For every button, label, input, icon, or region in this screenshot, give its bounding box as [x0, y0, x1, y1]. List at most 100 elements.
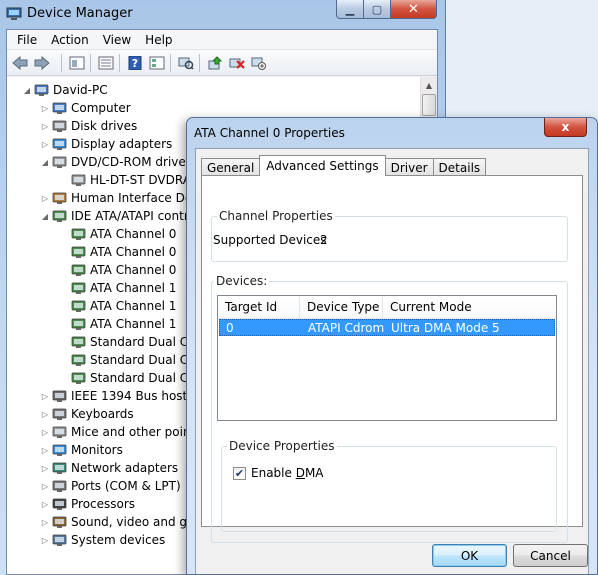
- close-icon: x: [561, 120, 570, 134]
- devices-list[interactable]: Target Id Device Type Current Mode 0 ATA…: [217, 295, 557, 421]
- cancel-button[interactable]: Cancel: [513, 544, 588, 567]
- tree-item[interactable]: Standard Dual Cha: [59, 351, 203, 369]
- keyboard-icon: [52, 407, 68, 421]
- tree-item[interactable]: ▷ Mice and other pointin: [40, 423, 206, 441]
- collapsed-arrow-icon[interactable]: ▷: [40, 140, 50, 149]
- collapsed-arrow-icon[interactable]: ▷: [40, 392, 50, 401]
- tree-item[interactable]: ▷ Sound, video and gam: [40, 513, 206, 531]
- tree-item[interactable]: ▷ Network adapters: [40, 459, 178, 477]
- tree-item[interactable]: ▷ Processors: [40, 495, 135, 513]
- tree-item[interactable]: ATA Channel 1: [59, 315, 176, 333]
- network-icon: [52, 461, 68, 475]
- menu-file[interactable]: File: [10, 32, 44, 48]
- scroll-thumb[interactable]: [422, 94, 436, 116]
- cell-current-mode: Ultra DMA Mode 5: [391, 321, 500, 335]
- disable-icon[interactable]: [248, 53, 270, 73]
- tab-strip: General Advanced Settings Driver Details: [201, 155, 487, 176]
- controller-icon: [71, 227, 87, 241]
- tree-item[interactable]: ATA Channel 0: [59, 243, 176, 261]
- collapsed-arrow-icon[interactable]: ▷: [40, 500, 50, 509]
- devices-label: Devices:: [214, 274, 270, 288]
- collapsed-arrow-icon[interactable]: ▷: [40, 446, 50, 455]
- tree-item[interactable]: ▷ Computer: [40, 99, 131, 117]
- window-title: Device Manager: [27, 6, 133, 21]
- collapsed-arrow-icon[interactable]: ▷: [40, 194, 50, 203]
- collapsed-arrow-icon[interactable]: ▷: [40, 518, 50, 527]
- controller-icon: [71, 245, 87, 259]
- tree-item[interactable]: ▷ Monitors: [40, 441, 123, 459]
- menu-view[interactable]: View: [96, 32, 138, 48]
- device-manager-titlebar[interactable]: Device Manager ▁ ▢ ✕: [0, 0, 445, 28]
- view-icon[interactable]: [146, 53, 168, 73]
- tree-item[interactable]: Standard Dual Cha: [59, 333, 203, 351]
- list-item[interactable]: 0 ATAPI Cdrom Ultra DMA Mode 5: [219, 319, 555, 336]
- device-properties-group: Device Properties ✔ Enable DMA: [221, 439, 557, 532]
- collapsed-arrow-icon[interactable]: ▷: [40, 482, 50, 491]
- menu-help[interactable]: Help: [138, 32, 179, 48]
- computer-icon: [52, 101, 68, 115]
- minimize-button[interactable]: ▁: [336, 0, 364, 19]
- tab-driver[interactable]: Driver: [384, 158, 434, 176]
- tree-item[interactable]: ATA Channel 1: [59, 297, 176, 315]
- show-hide-tree-icon[interactable]: [95, 53, 117, 73]
- expanded-arrow-icon[interactable]: ◢: [22, 86, 32, 95]
- controller-icon: [71, 371, 87, 385]
- close-button[interactable]: ✕: [391, 0, 437, 19]
- menu-bar: File Action View Help: [7, 30, 437, 50]
- enable-dma-label[interactable]: Enable DMA: [251, 466, 324, 480]
- tree-item[interactable]: ▷ Disk drives: [40, 117, 137, 135]
- toolbar-separator: [90, 53, 91, 72]
- ieee1394-icon: [52, 389, 68, 403]
- tree-item-label: ATA Channel 0: [90, 245, 177, 259]
- tree-item[interactable]: ATA Channel 0: [59, 225, 176, 243]
- tree-item-label: Disk drives: [71, 119, 138, 133]
- collapsed-arrow-icon[interactable]: ▷: [40, 536, 50, 545]
- expanded-arrow-icon[interactable]: ◢: [40, 212, 50, 221]
- collapsed-arrow-icon[interactable]: ▷: [40, 104, 50, 113]
- tree-item[interactable]: HL-DT-ST DVDRAM: [59, 171, 201, 189]
- tree-item[interactable]: ▷ System devices: [40, 531, 165, 549]
- tree-item-label: System devices: [71, 533, 166, 547]
- controller-icon: [71, 317, 87, 331]
- enable-dma-checkbox[interactable]: ✔: [233, 467, 246, 480]
- dialog-close-button[interactable]: x: [544, 118, 587, 137]
- expanded-arrow-icon[interactable]: ◢: [40, 158, 50, 167]
- forward-icon[interactable]: [31, 53, 53, 73]
- tab-general[interactable]: General: [201, 158, 261, 176]
- collapsed-arrow-icon[interactable]: ▷: [40, 410, 50, 419]
- tree-item[interactable]: ATA Channel 1: [59, 279, 176, 297]
- tree-item[interactable]: ▷ Ports (COM & LPT): [40, 477, 181, 495]
- update-driver-icon[interactable]: [204, 53, 226, 73]
- scan-hardware-icon[interactable]: [175, 53, 197, 73]
- collapsed-arrow-icon[interactable]: ▷: [40, 122, 50, 131]
- tree-item[interactable]: ◢ DVD/CD-ROM drives: [40, 153, 192, 171]
- menu-action[interactable]: Action: [44, 32, 96, 48]
- maximize-button[interactable]: ▢: [364, 0, 391, 19]
- tree-item-label: HL-DT-ST DVDRAM: [90, 173, 202, 187]
- tree-item-label: DVD/CD-ROM drives: [71, 155, 193, 169]
- tree-item[interactable]: Standard Dual Cha: [59, 369, 203, 387]
- tab-details[interactable]: Details: [432, 158, 487, 176]
- properties-pane-icon[interactable]: [66, 53, 88, 73]
- column-current-mode[interactable]: Current Mode: [383, 296, 548, 319]
- properties-dialog: ATA Channel 0 Properties x General Advan…: [186, 117, 598, 575]
- collapsed-arrow-icon[interactable]: ▷: [40, 428, 50, 437]
- tree-item[interactable]: ▷ Display adapters: [40, 135, 172, 153]
- tree-item[interactable]: ◢ IDE ATA/ATAPI contro: [40, 207, 196, 225]
- back-icon[interactable]: [9, 53, 31, 73]
- advanced-settings-panel: Channel Properties Supported Devices 2 D…: [201, 175, 583, 543]
- column-device-type[interactable]: Device Type: [300, 296, 383, 319]
- tree-item[interactable]: ◢ David-PC: [22, 81, 108, 99]
- help-icon[interactable]: ?: [124, 53, 146, 73]
- tree-item[interactable]: ATA Channel 0: [59, 261, 176, 279]
- ok-button[interactable]: OK: [432, 544, 507, 567]
- tree-item[interactable]: ▷ Human Interface Devi: [40, 189, 203, 207]
- tree-item[interactable]: ▷ Keyboards: [40, 405, 134, 423]
- computer-icon: [34, 83, 50, 97]
- uninstall-icon[interactable]: [226, 53, 248, 73]
- scroll-up-icon[interactable]: ▲: [421, 77, 437, 94]
- tree-item-label: Monitors: [71, 443, 123, 457]
- collapsed-arrow-icon[interactable]: ▷: [40, 464, 50, 473]
- column-target-id[interactable]: Target Id: [218, 296, 300, 319]
- tab-advanced-settings[interactable]: Advanced Settings: [259, 155, 386, 176]
